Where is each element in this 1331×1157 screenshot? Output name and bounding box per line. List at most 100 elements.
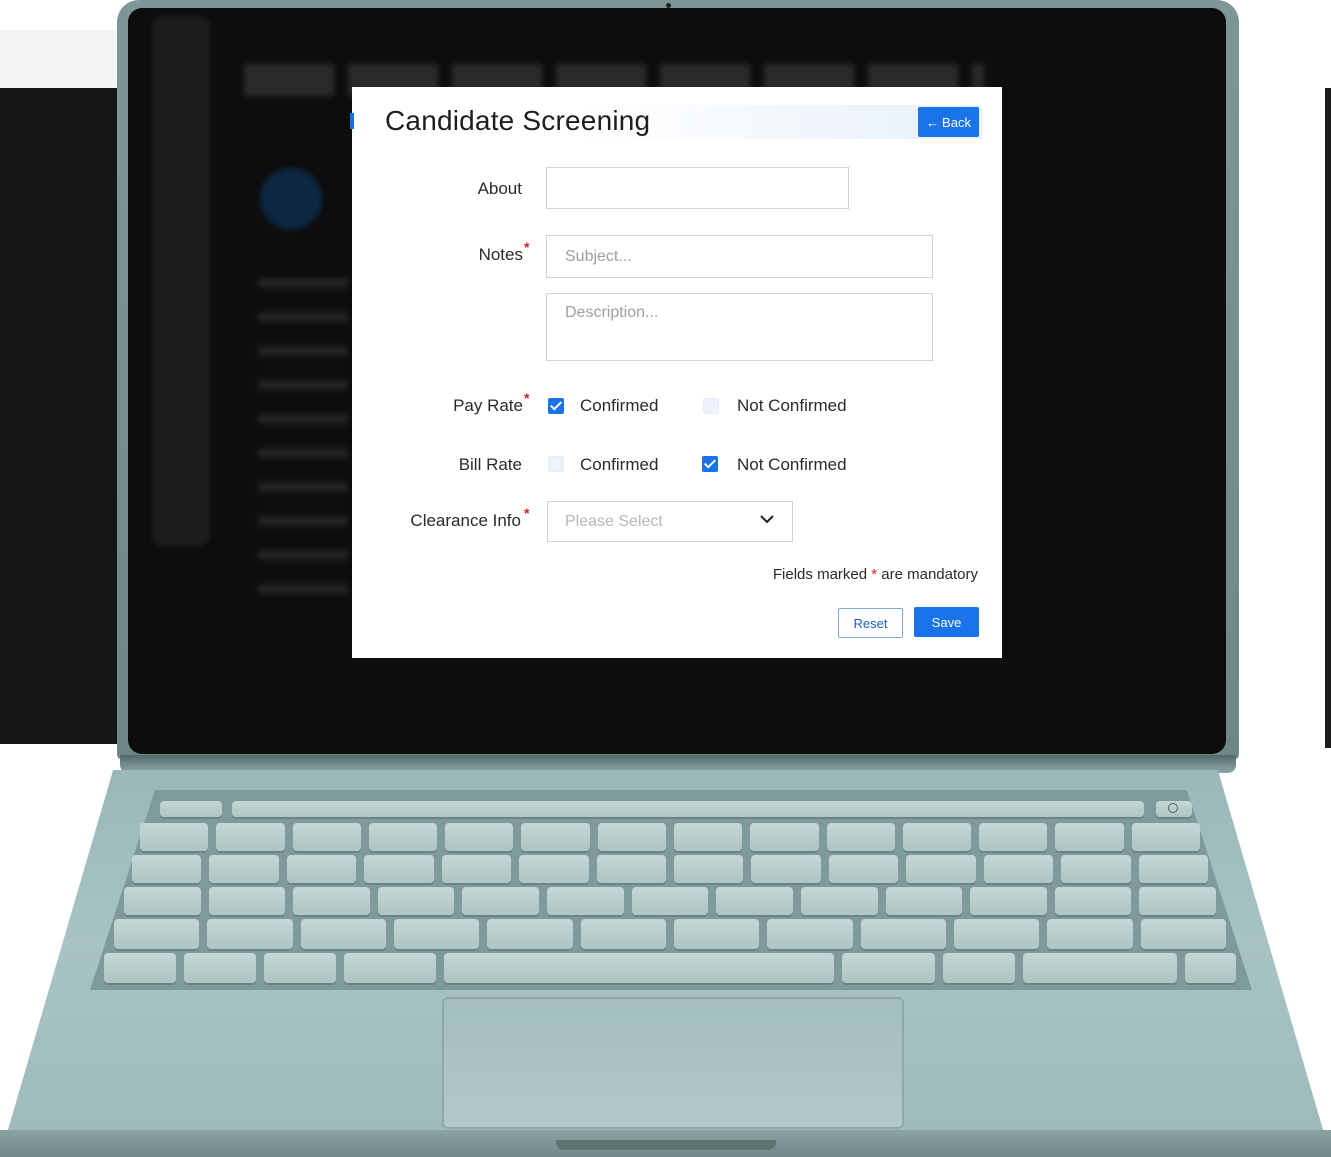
keyboard-key [394, 919, 480, 949]
keyboard-key [441, 855, 512, 883]
keyboard-key [674, 855, 744, 883]
backdrop-edge [1325, 88, 1331, 748]
keyboard-key [263, 953, 336, 983]
keyboard-key [942, 953, 1015, 983]
back-button-label: Back [942, 114, 971, 130]
pay-rate-not-confirmed-checkbox[interactable] [703, 398, 719, 414]
keyboard-key [1140, 919, 1226, 949]
keyboard-key [445, 823, 514, 851]
keyboard-key [1022, 953, 1177, 983]
keyboard-key [860, 919, 946, 949]
arrow-left-icon: ← [926, 114, 940, 130]
keyboard-key [547, 887, 624, 915]
keyboard-key [842, 953, 935, 983]
keyboard-key [902, 823, 972, 851]
keyboard-key [751, 855, 821, 883]
back-button[interactable]: ← Back [918, 107, 979, 137]
keyboard-key [140, 823, 209, 851]
keyboard-key [1054, 887, 1132, 915]
pay-rate-not-confirmed-label: Not Confirmed [737, 396, 847, 415]
pay-rate-confirmed-label: Confirmed [580, 396, 659, 415]
keyboard-key [124, 887, 201, 915]
about-label: About [477, 179, 522, 198]
keyboard-key [716, 887, 793, 915]
bill-rate-label: Bill Rate [458, 455, 522, 474]
power-icon [1168, 803, 1178, 813]
keyboard-key [368, 823, 438, 851]
keyboard-key [597, 823, 666, 851]
notes-required-mark: * [524, 239, 530, 255]
keyboard-key [519, 855, 589, 883]
bill-rate-not-confirmed-label: Not Confirmed [737, 455, 847, 474]
keyboard-key [521, 823, 590, 851]
keyboard-key [674, 823, 743, 851]
keyboard-key [209, 855, 279, 883]
notes-label: Notes [478, 245, 523, 264]
keyboard-key [377, 887, 455, 915]
modal-title: Candidate Screening [385, 105, 651, 136]
keyboard-key [885, 887, 963, 915]
pay-rate-label: Pay Rate [453, 396, 523, 415]
background-avatar [260, 168, 322, 230]
keyboard-key [207, 919, 293, 949]
keyboard-key [104, 953, 176, 983]
candidate-screening-modal: Candidate Screening ← Back About Notes *… [350, 87, 1002, 658]
clearance-info-label: Clearance Info [410, 511, 521, 530]
keyboard-key [954, 919, 1040, 949]
keyboard-key [1139, 887, 1216, 915]
keyboard-key [906, 855, 976, 883]
reset-button[interactable]: Reset [838, 608, 903, 638]
keyboard-key [292, 823, 361, 851]
pay-rate-required-mark: * [524, 390, 530, 406]
keyboard-key [444, 953, 835, 983]
keyboard-key [216, 823, 285, 851]
keyboard-key [114, 919, 200, 949]
keyboard-key [631, 887, 709, 915]
keyboard-key [160, 801, 222, 817]
chevron-down-icon [760, 515, 774, 524]
save-button[interactable]: Save [914, 607, 979, 637]
keyboard-key [364, 855, 434, 883]
background-text-lines [258, 278, 348, 618]
keyboard-key [1131, 823, 1200, 851]
keyboard-key [979, 823, 1048, 851]
bill-rate-confirmed-label: Confirmed [580, 455, 659, 474]
keyboard-key [1061, 855, 1131, 883]
mandatory-note-prefix: Fields marked [772, 566, 868, 583]
keyboard-key [132, 855, 202, 883]
keyboard-key [300, 919, 386, 949]
keyboard-key [800, 887, 878, 915]
about-input[interactable] [546, 167, 849, 209]
notes-description-textarea[interactable]: Description... [546, 293, 933, 361]
pay-rate-confirmed-checkbox[interactable] [548, 398, 564, 414]
header-accent-bar [350, 113, 354, 129]
keyboard-key [580, 919, 666, 949]
keyboard-key [983, 855, 1054, 883]
keyboard-key [293, 887, 370, 915]
bill-rate-not-confirmed-checkbox[interactable] [702, 456, 718, 472]
trackpad [442, 997, 904, 1129]
clearance-info-required-mark: * [524, 505, 530, 521]
bill-rate-confirmed-checkbox[interactable] [548, 456, 564, 472]
laptop-notch [556, 1140, 776, 1150]
keyboard-key [462, 887, 540, 915]
keyboard-key [232, 801, 1144, 817]
keyboard-key [286, 855, 357, 883]
keyboard-key [674, 919, 760, 949]
keyboard-key [596, 855, 666, 883]
keyboard-key [828, 855, 899, 883]
background-sidebar [152, 16, 210, 546]
keyboard-key [1184, 953, 1236, 983]
keyboard-key [970, 887, 1047, 915]
mandatory-fields-note: Fields marked * are mandatory [773, 566, 978, 583]
keyboard-key [487, 919, 573, 949]
mandatory-note-star: * [871, 566, 878, 583]
notes-subject-input[interactable]: Subject... [546, 235, 933, 278]
keyboard-key [183, 953, 256, 983]
keyboard-key [1055, 823, 1124, 851]
keyboard-key [1138, 855, 1208, 883]
keyboard-key [343, 953, 437, 983]
clearance-info-select[interactable]: Please Select [547, 501, 793, 542]
clearance-info-placeholder: Please Select [565, 512, 663, 530]
keyboard-key [826, 823, 895, 851]
